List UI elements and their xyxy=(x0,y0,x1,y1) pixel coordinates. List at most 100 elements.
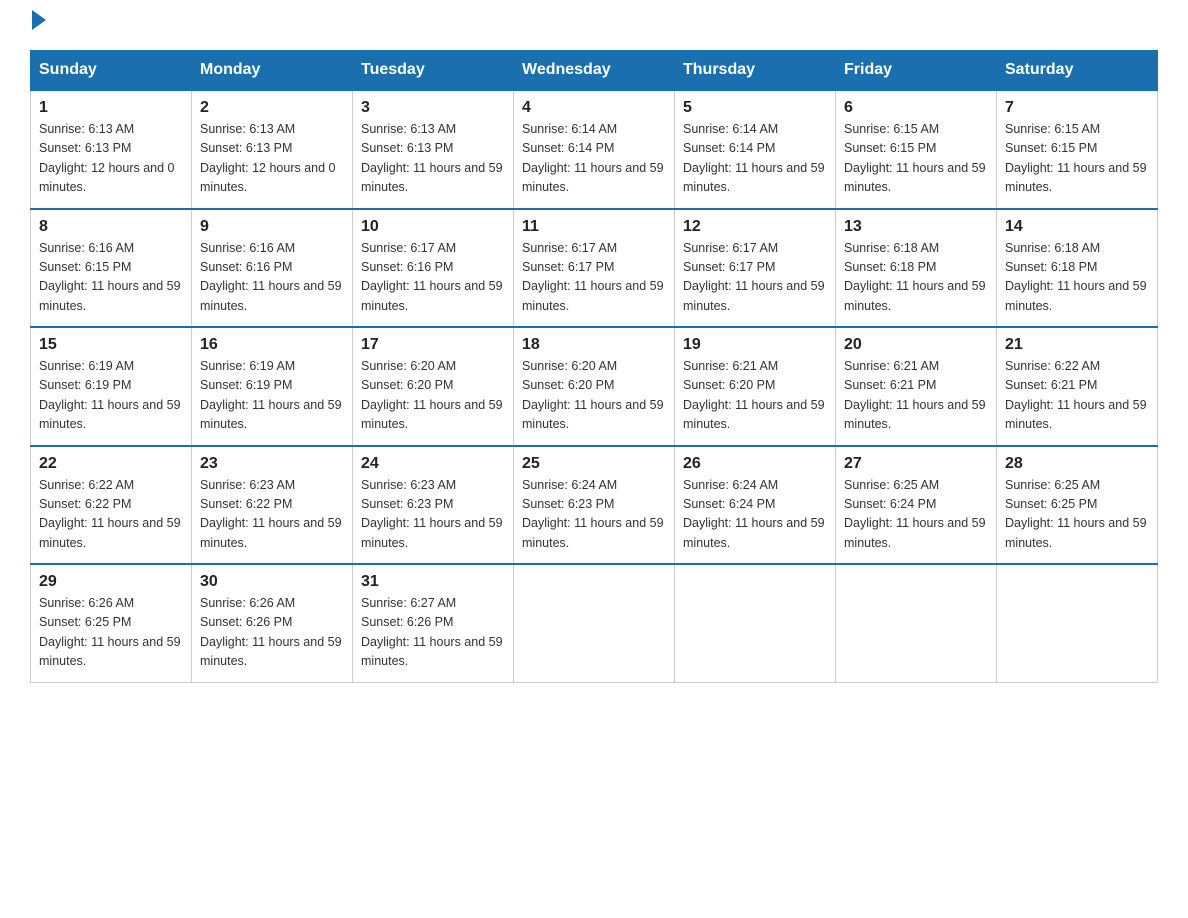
day-info: Sunrise: 6:23 AMSunset: 6:23 PMDaylight:… xyxy=(361,478,503,550)
calendar-cell xyxy=(675,564,836,682)
day-number: 2 xyxy=(200,99,344,117)
day-info: Sunrise: 6:13 AMSunset: 6:13 PMDaylight:… xyxy=(200,122,336,194)
day-number: 24 xyxy=(361,455,505,473)
calendar-cell: 16 Sunrise: 6:19 AMSunset: 6:19 PMDaylig… xyxy=(192,327,353,446)
column-header-saturday: Saturday xyxy=(997,51,1158,91)
day-number: 5 xyxy=(683,99,827,117)
day-number: 12 xyxy=(683,218,827,236)
day-info: Sunrise: 6:27 AMSunset: 6:26 PMDaylight:… xyxy=(361,596,503,668)
calendar-cell: 4 Sunrise: 6:14 AMSunset: 6:14 PMDayligh… xyxy=(514,90,675,209)
day-info: Sunrise: 6:26 AMSunset: 6:26 PMDaylight:… xyxy=(200,596,342,668)
calendar-cell: 3 Sunrise: 6:13 AMSunset: 6:13 PMDayligh… xyxy=(353,90,514,209)
calendar-cell: 14 Sunrise: 6:18 AMSunset: 6:18 PMDaylig… xyxy=(997,209,1158,328)
day-info: Sunrise: 6:22 AMSunset: 6:21 PMDaylight:… xyxy=(1005,359,1147,431)
calendar-week-row: 29 Sunrise: 6:26 AMSunset: 6:25 PMDaylig… xyxy=(31,564,1158,682)
day-info: Sunrise: 6:18 AMSunset: 6:18 PMDaylight:… xyxy=(844,241,986,313)
day-number: 11 xyxy=(522,218,666,236)
day-number: 23 xyxy=(200,455,344,473)
day-info: Sunrise: 6:16 AMSunset: 6:15 PMDaylight:… xyxy=(39,241,181,313)
day-info: Sunrise: 6:14 AMSunset: 6:14 PMDaylight:… xyxy=(522,122,664,194)
day-number: 6 xyxy=(844,99,988,117)
calendar-cell: 13 Sunrise: 6:18 AMSunset: 6:18 PMDaylig… xyxy=(836,209,997,328)
calendar-week-row: 15 Sunrise: 6:19 AMSunset: 6:19 PMDaylig… xyxy=(31,327,1158,446)
calendar-cell: 27 Sunrise: 6:25 AMSunset: 6:24 PMDaylig… xyxy=(836,446,997,565)
calendar-cell: 31 Sunrise: 6:27 AMSunset: 6:26 PMDaylig… xyxy=(353,564,514,682)
day-info: Sunrise: 6:13 AMSunset: 6:13 PMDaylight:… xyxy=(39,122,175,194)
calendar-cell: 2 Sunrise: 6:13 AMSunset: 6:13 PMDayligh… xyxy=(192,90,353,209)
calendar-cell: 17 Sunrise: 6:20 AMSunset: 6:20 PMDaylig… xyxy=(353,327,514,446)
calendar-cell xyxy=(514,564,675,682)
day-info: Sunrise: 6:16 AMSunset: 6:16 PMDaylight:… xyxy=(200,241,342,313)
day-number: 8 xyxy=(39,218,183,236)
calendar-cell: 24 Sunrise: 6:23 AMSunset: 6:23 PMDaylig… xyxy=(353,446,514,565)
day-number: 21 xyxy=(1005,336,1149,354)
day-number: 28 xyxy=(1005,455,1149,473)
calendar-cell: 6 Sunrise: 6:15 AMSunset: 6:15 PMDayligh… xyxy=(836,90,997,209)
day-info: Sunrise: 6:14 AMSunset: 6:14 PMDaylight:… xyxy=(683,122,825,194)
day-number: 3 xyxy=(361,99,505,117)
day-info: Sunrise: 6:24 AMSunset: 6:24 PMDaylight:… xyxy=(683,478,825,550)
calendar-table: SundayMondayTuesdayWednesdayThursdayFrid… xyxy=(30,50,1158,683)
calendar-week-row: 1 Sunrise: 6:13 AMSunset: 6:13 PMDayligh… xyxy=(31,90,1158,209)
day-number: 7 xyxy=(1005,99,1149,117)
day-number: 20 xyxy=(844,336,988,354)
day-number: 17 xyxy=(361,336,505,354)
calendar-cell: 7 Sunrise: 6:15 AMSunset: 6:15 PMDayligh… xyxy=(997,90,1158,209)
column-header-sunday: Sunday xyxy=(31,51,192,91)
day-info: Sunrise: 6:19 AMSunset: 6:19 PMDaylight:… xyxy=(39,359,181,431)
day-info: Sunrise: 6:24 AMSunset: 6:23 PMDaylight:… xyxy=(522,478,664,550)
calendar-cell: 5 Sunrise: 6:14 AMSunset: 6:14 PMDayligh… xyxy=(675,90,836,209)
day-info: Sunrise: 6:20 AMSunset: 6:20 PMDaylight:… xyxy=(522,359,664,431)
day-number: 19 xyxy=(683,336,827,354)
logo-arrow-icon xyxy=(32,10,46,30)
calendar-cell: 20 Sunrise: 6:21 AMSunset: 6:21 PMDaylig… xyxy=(836,327,997,446)
calendar-cell: 29 Sunrise: 6:26 AMSunset: 6:25 PMDaylig… xyxy=(31,564,192,682)
day-number: 16 xyxy=(200,336,344,354)
calendar-header-row: SundayMondayTuesdayWednesdayThursdayFrid… xyxy=(31,51,1158,91)
calendar-cell: 19 Sunrise: 6:21 AMSunset: 6:20 PMDaylig… xyxy=(675,327,836,446)
day-number: 26 xyxy=(683,455,827,473)
calendar-cell: 9 Sunrise: 6:16 AMSunset: 6:16 PMDayligh… xyxy=(192,209,353,328)
day-number: 14 xyxy=(1005,218,1149,236)
day-info: Sunrise: 6:17 AMSunset: 6:16 PMDaylight:… xyxy=(361,241,503,313)
day-info: Sunrise: 6:15 AMSunset: 6:15 PMDaylight:… xyxy=(1005,122,1147,194)
column-header-friday: Friday xyxy=(836,51,997,91)
day-info: Sunrise: 6:26 AMSunset: 6:25 PMDaylight:… xyxy=(39,596,181,668)
calendar-cell: 12 Sunrise: 6:17 AMSunset: 6:17 PMDaylig… xyxy=(675,209,836,328)
day-info: Sunrise: 6:25 AMSunset: 6:25 PMDaylight:… xyxy=(1005,478,1147,550)
column-header-tuesday: Tuesday xyxy=(353,51,514,91)
calendar-cell: 15 Sunrise: 6:19 AMSunset: 6:19 PMDaylig… xyxy=(31,327,192,446)
day-number: 15 xyxy=(39,336,183,354)
day-number: 29 xyxy=(39,573,183,591)
day-info: Sunrise: 6:17 AMSunset: 6:17 PMDaylight:… xyxy=(683,241,825,313)
day-number: 10 xyxy=(361,218,505,236)
day-info: Sunrise: 6:15 AMSunset: 6:15 PMDaylight:… xyxy=(844,122,986,194)
day-info: Sunrise: 6:25 AMSunset: 6:24 PMDaylight:… xyxy=(844,478,986,550)
day-number: 18 xyxy=(522,336,666,354)
day-info: Sunrise: 6:23 AMSunset: 6:22 PMDaylight:… xyxy=(200,478,342,550)
calendar-cell: 21 Sunrise: 6:22 AMSunset: 6:21 PMDaylig… xyxy=(997,327,1158,446)
calendar-cell: 23 Sunrise: 6:23 AMSunset: 6:22 PMDaylig… xyxy=(192,446,353,565)
day-number: 30 xyxy=(200,573,344,591)
day-number: 13 xyxy=(844,218,988,236)
day-number: 22 xyxy=(39,455,183,473)
column-header-wednesday: Wednesday xyxy=(514,51,675,91)
column-header-monday: Monday xyxy=(192,51,353,91)
column-header-thursday: Thursday xyxy=(675,51,836,91)
day-number: 27 xyxy=(844,455,988,473)
day-info: Sunrise: 6:22 AMSunset: 6:22 PMDaylight:… xyxy=(39,478,181,550)
page-header xyxy=(30,20,1158,30)
calendar-cell: 22 Sunrise: 6:22 AMSunset: 6:22 PMDaylig… xyxy=(31,446,192,565)
day-info: Sunrise: 6:20 AMSunset: 6:20 PMDaylight:… xyxy=(361,359,503,431)
calendar-cell: 25 Sunrise: 6:24 AMSunset: 6:23 PMDaylig… xyxy=(514,446,675,565)
day-info: Sunrise: 6:18 AMSunset: 6:18 PMDaylight:… xyxy=(1005,241,1147,313)
calendar-cell: 30 Sunrise: 6:26 AMSunset: 6:26 PMDaylig… xyxy=(192,564,353,682)
calendar-cell: 11 Sunrise: 6:17 AMSunset: 6:17 PMDaylig… xyxy=(514,209,675,328)
day-info: Sunrise: 6:21 AMSunset: 6:21 PMDaylight:… xyxy=(844,359,986,431)
day-info: Sunrise: 6:13 AMSunset: 6:13 PMDaylight:… xyxy=(361,122,503,194)
calendar-cell xyxy=(836,564,997,682)
calendar-cell: 18 Sunrise: 6:20 AMSunset: 6:20 PMDaylig… xyxy=(514,327,675,446)
calendar-cell: 10 Sunrise: 6:17 AMSunset: 6:16 PMDaylig… xyxy=(353,209,514,328)
day-info: Sunrise: 6:21 AMSunset: 6:20 PMDaylight:… xyxy=(683,359,825,431)
calendar-cell: 26 Sunrise: 6:24 AMSunset: 6:24 PMDaylig… xyxy=(675,446,836,565)
